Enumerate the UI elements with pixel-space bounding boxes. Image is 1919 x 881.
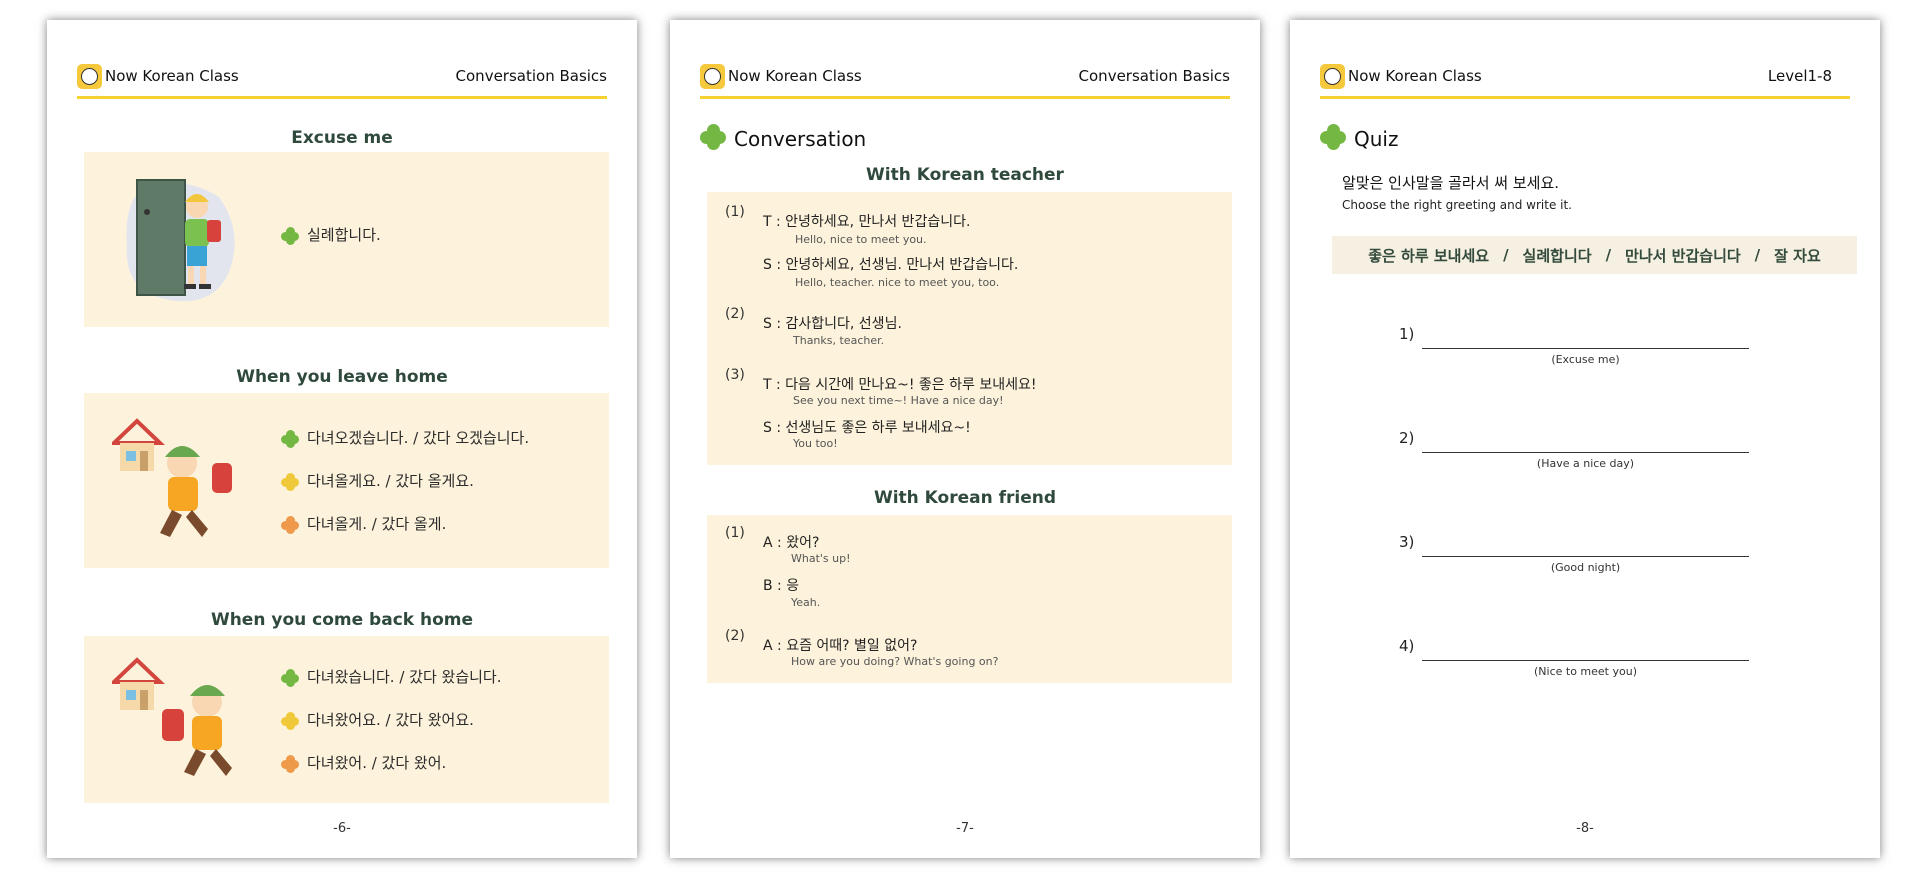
dialogue-translation: Hello, teacher. nice to meet you, too. [795, 276, 1000, 289]
word-option: 잘 자요 [1774, 246, 1821, 265]
instruction-korean: 알맞은 인사말을 골라서 써 보세요. [1342, 174, 1560, 192]
dialogue-box: (1) T : 안녕하세요, 만나서 반갑습니다. Hello, nice to… [707, 192, 1232, 465]
header-level: Level1-8 [1767, 67, 1832, 85]
group-number: (1) [725, 204, 745, 220]
page-header: Now Korean Class Conversation Basics [77, 64, 607, 99]
smile-logo-icon [700, 64, 725, 89]
green-clover-icon [700, 124, 726, 150]
word-option: 좋은 하루 보내세요 [1368, 246, 1490, 265]
dialogue-line: A : 왔어? [763, 535, 820, 551]
group-number: (1) [725, 525, 745, 541]
dialogue-translation: Thanks, teacher. [793, 334, 885, 347]
green-clover-icon [1320, 124, 1346, 150]
question-hint: (Nice to meet you) [1534, 665, 1637, 678]
word-option: 만나서 반갑습니다 [1625, 246, 1741, 265]
dialogue-line: B : 응 [763, 578, 800, 594]
instruction-english: Choose the right greeting and write it. [1342, 198, 1572, 212]
dialogue-line: S : 감사합니다, 선생님. [763, 316, 902, 332]
dialogue-line: T : 안녕하세요, 만나서 반갑습니다. [763, 214, 971, 230]
yellow-clover-icon [281, 711, 299, 730]
green-clover-icon [281, 668, 299, 687]
dialogue-line: S : 안녕하세요, 선생님. 만나서 반갑습니다. [763, 257, 1019, 273]
page-heading: Quiz [1320, 124, 1398, 151]
phrase-item: 실례합니다. [281, 224, 381, 245]
dialogue-line: A : 요즘 어때? 별일 없어? [763, 638, 918, 654]
dialogue-translation: You too! [793, 437, 838, 450]
brand-name: Now Korean Class [105, 67, 239, 85]
page-7: Now Korean Class Conversation Basics Con… [670, 20, 1260, 858]
phrase-item: 다녀올게. / 갔다 올게. [281, 513, 446, 534]
page-number: -7- [956, 821, 974, 836]
header-topic: Conversation Basics [1078, 67, 1230, 85]
question-number: 3) [1399, 533, 1415, 551]
phrase-item: 다녀올게요. / 갔다 올게요. [281, 470, 474, 491]
brand-name: Now Korean Class [1348, 67, 1482, 85]
group-number: (3) [725, 367, 745, 383]
section-title: With Korean teacher [866, 165, 1064, 185]
word-separator: / [1503, 246, 1509, 264]
section-box: 다녀왔습니다. / 갔다 왔습니다. 다녀왔어요. / 갔다 왔어요. 다녀왔어… [84, 636, 609, 803]
orange-clover-icon [281, 515, 299, 534]
dialogue-translation: How are you doing? What's going on? [791, 655, 999, 668]
boy-leaving-home-illustration [112, 418, 232, 537]
smile-logo-icon [1320, 64, 1345, 89]
smile-logo-icon [77, 64, 102, 89]
phrase-item: 다녀왔습니다. / 갔다 왔습니다. [281, 666, 502, 687]
group-number: (2) [725, 628, 745, 644]
boy-coming-home-illustration [112, 657, 232, 776]
phrase-item: 다녀오겠습니다. / 갔다 오겠습니다. [281, 427, 529, 448]
dialogue-line: S : 선생님도 좋은 하루 보내세요~! [763, 420, 971, 436]
answer-line[interactable] [1422, 348, 1749, 349]
answer-line[interactable] [1422, 660, 1749, 661]
section-title: Excuse me [291, 128, 393, 148]
section-title: When you come back home [210, 610, 474, 630]
section-title: With Korean friend [873, 488, 1057, 508]
dialogue-translation: See you next time~! Have a nice day! [793, 394, 1004, 407]
page-heading: Conversation [700, 124, 866, 151]
orange-clover-icon [281, 754, 299, 773]
word-bank: 좋은 하루 보내세요 / 실례합니다 / 만나서 반갑습니다 / 잘 자요 [1332, 236, 1857, 274]
header-divider [77, 96, 607, 99]
section-box: 실례합니다. [84, 152, 609, 327]
answer-line[interactable] [1422, 452, 1749, 453]
page-number: -6- [333, 821, 351, 836]
question-hint: (Good night) [1550, 561, 1621, 574]
section-box: 다녀오겠습니다. / 갔다 오겠습니다. 다녀올게요. / 갔다 올게요. 다녀… [84, 393, 609, 568]
page-header: Now Korean Class Level1-8 [1320, 64, 1850, 99]
header-divider [1320, 96, 1850, 99]
header-topic: Conversation Basics [455, 67, 607, 85]
group-number: (2) [725, 306, 745, 322]
question-hint: (Have a nice day) [1536, 457, 1635, 470]
phrase-item: 다녀왔어요. / 갔다 왔어요. [281, 709, 474, 730]
word-option: 실례합니다 [1522, 246, 1592, 265]
page-header: Now Korean Class Conversation Basics [700, 64, 1230, 99]
section-title: When you leave home [236, 367, 448, 387]
dialogue-line: T : 다음 시간에 만나요~! 좋은 하루 보내세요! [763, 377, 1037, 393]
yellow-clover-icon [281, 472, 299, 491]
question-number: 4) [1399, 637, 1415, 655]
dialogue-translation: Yeah. [791, 596, 821, 609]
answer-line[interactable] [1422, 556, 1749, 557]
header-divider [700, 96, 1230, 99]
word-separator: / [1605, 246, 1612, 264]
green-clover-icon [281, 429, 299, 448]
boy-knocking-door-illustration [126, 179, 235, 302]
word-separator: / [1754, 246, 1761, 264]
phrase-item: 다녀왔어. / 갔다 왔어. [281, 752, 446, 773]
page-6: Now Korean Class Conversation Basics Exc… [47, 20, 637, 858]
question-number: 2) [1399, 429, 1415, 447]
dialogue-translation: What's up! [791, 552, 851, 565]
page-8: Now Korean Class Level1-8 Quiz 알맞은 인사말을 … [1290, 20, 1880, 858]
dialogue-box: (1) A : 왔어? What's up! B : 응 Yeah. (2) A… [707, 515, 1232, 683]
dialogue-translation: Hello, nice to meet you. [795, 233, 927, 246]
green-clover-icon [281, 226, 299, 245]
question-number: 1) [1399, 325, 1415, 343]
page-number: -8- [1576, 821, 1594, 836]
question-hint: (Excuse me) [1551, 353, 1620, 366]
brand-name: Now Korean Class [728, 67, 862, 85]
